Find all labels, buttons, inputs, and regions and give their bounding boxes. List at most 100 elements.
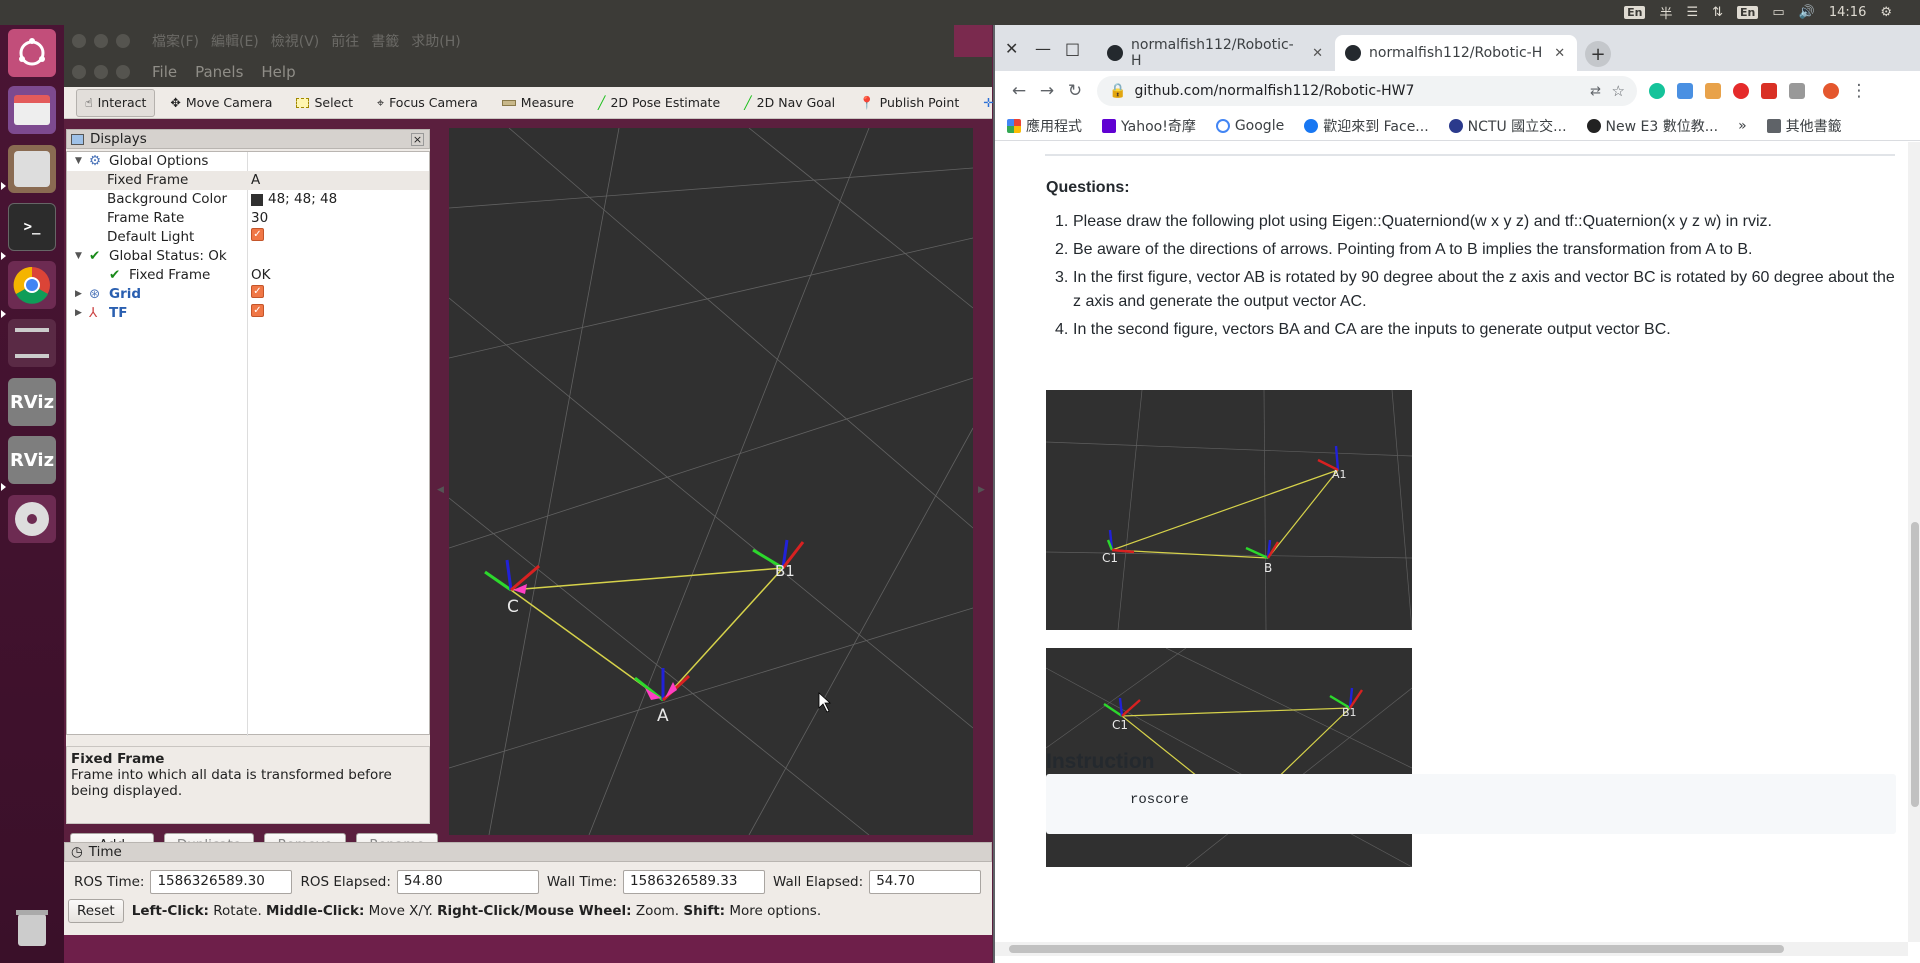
trash-icon[interactable]	[8, 903, 56, 951]
dvd-icon[interactable]	[8, 495, 56, 543]
tree-row-tf[interactable]: ▶ ⅄ TF ✓	[67, 304, 429, 323]
clock[interactable]: 14:16	[1829, 5, 1866, 20]
render-viewport[interactable]: C A B1	[449, 128, 973, 835]
back-icon[interactable]: ←	[1005, 81, 1033, 101]
collapse-arrow-icon[interactable]: ▼	[75, 247, 82, 266]
menu-bookmarks[interactable]: 書籤	[371, 31, 399, 51]
minimize-window-icon[interactable]: —	[1035, 39, 1051, 58]
focus-camera-tool[interactable]: ⌖ Focus Camera	[368, 89, 487, 117]
maximize-window-button[interactable]	[116, 34, 130, 48]
tree-row-default-light[interactable]: Default Light ✓	[67, 228, 429, 247]
maximize-window-button[interactable]	[116, 65, 130, 79]
bookmark-nctu[interactable]: NCTU 國立交...	[1448, 116, 1567, 136]
forward-icon[interactable]: →	[1033, 81, 1061, 101]
minimize-window-button[interactable]	[94, 34, 108, 48]
tree-row-grid[interactable]: ▶ ⊛ Grid ✓	[67, 285, 429, 304]
interact-tool[interactable]: ☝ Interact	[76, 88, 156, 117]
background-color-value[interactable]: 48; 48; 48	[251, 190, 337, 209]
menu-file[interactable]: 檔案(F)	[152, 31, 199, 51]
youtube-extension-icon[interactable]	[1761, 83, 1777, 99]
tree-row-status-fixed-frame[interactable]: ✔ Fixed Frame OK	[67, 266, 429, 285]
new-tab-button[interactable]: +	[1585, 41, 1611, 67]
keyboard-layout-indicator[interactable]: En	[1737, 6, 1759, 19]
rviz-icon[interactable]: RViz	[8, 436, 56, 484]
grid-checkbox[interactable]: ✓	[251, 285, 264, 298]
bookmark-other[interactable]: 其他書籤	[1766, 116, 1842, 136]
address-bar[interactable]: 🔒 github.com/normalfish112/Robotic-HW7 ⇄…	[1097, 76, 1637, 106]
tree-row-global-options[interactable]: ▼ ⚙ Global Options	[67, 152, 429, 171]
close-window-icon[interactable]: ✕	[1005, 39, 1018, 58]
input-method-indicator[interactable]: En	[1624, 6, 1646, 19]
default-light-checkbox[interactable]: ✓	[251, 228, 264, 241]
battery-icon[interactable]: ▭	[1772, 5, 1784, 20]
volume-icon[interactable]: 🔊	[1799, 5, 1815, 20]
tree-row-frame-rate[interactable]: Frame Rate 30	[67, 209, 429, 228]
translate-icon[interactable]: ⇄	[1590, 84, 1601, 99]
adblock-extension-icon[interactable]	[1733, 83, 1749, 99]
ros-time-field[interactable]: 1586326589.30	[150, 870, 293, 894]
reset-button[interactable]: Reset	[68, 899, 124, 923]
bookmark-apps[interactable]: 應用程式	[1007, 116, 1082, 136]
wall-time-field[interactable]: 1586326589.33	[623, 870, 766, 894]
menu-edit[interactable]: 編輯(E)	[211, 31, 259, 51]
half-width-indicator[interactable]: 半	[1659, 3, 1672, 22]
ubuntu-dash-icon[interactable]	[8, 29, 56, 77]
close-window-button[interactable]	[72, 65, 86, 79]
move-camera-tool[interactable]: ✥ Move Camera	[161, 89, 281, 117]
wall-elapsed-field[interactable]: 54.70	[869, 870, 982, 894]
scrollbar-thumb[interactable]	[1911, 522, 1919, 807]
close-tab-icon[interactable]: ✕	[1554, 46, 1565, 61]
scrollbar-thumb[interactable]	[1009, 945, 1784, 953]
maximize-window-icon[interactable]: □	[1065, 39, 1080, 58]
menu-panels[interactable]: Panels	[195, 63, 243, 81]
menu-help[interactable]: 求助(H)	[411, 31, 460, 51]
w-extension-icon[interactable]	[1677, 83, 1693, 99]
p-extension-icon[interactable]	[1789, 83, 1805, 99]
menu-help[interactable]: Help	[261, 63, 295, 81]
tree-row-global-status[interactable]: ▼ ✔ Global Status: Ok	[67, 247, 429, 266]
nav-goal-tool[interactable]: ╱ 2D Nav Goal	[735, 89, 844, 117]
bookmark-e3[interactable]: New E3 數位教...	[1586, 116, 1718, 136]
tab-2[interactable]: normalfish112/Robotic-H ✕	[1335, 35, 1577, 71]
select-tool[interactable]: Select	[287, 89, 362, 117]
collapse-arrow-icon[interactable]: ▼	[75, 152, 82, 171]
close-window-button[interactable]	[72, 34, 86, 48]
extension-icon[interactable]	[1705, 83, 1721, 99]
frame-rate-value[interactable]: 30	[251, 209, 268, 228]
menu-file[interactable]: File	[152, 63, 177, 81]
vertical-scrollbar[interactable]	[1908, 142, 1920, 942]
network-icon[interactable]: ⇅	[1712, 5, 1723, 20]
close-icon[interactable]: ×	[411, 132, 424, 146]
ros-elapsed-field[interactable]: 54.80	[396, 870, 539, 894]
close-tab-icon[interactable]: ✕	[1312, 46, 1323, 61]
tab-1[interactable]: normalfish112/Robotic-H ✕	[1097, 35, 1333, 71]
splitter-arrow-left-icon[interactable]: ◀	[437, 485, 444, 495]
expand-arrow-icon[interactable]: ▶	[75, 304, 82, 323]
files-icon[interactable]	[8, 86, 56, 134]
bookmark-facebook[interactable]: 歡迎來到 Face...	[1304, 116, 1429, 136]
more-menu-icon[interactable]: ⋮	[1845, 81, 1873, 101]
measure-tool[interactable]: Measure	[493, 89, 583, 117]
power-gear-icon[interactable]: ⚙	[1880, 5, 1892, 20]
minimize-window-button[interactable]	[94, 65, 108, 79]
terminal-icon[interactable]: >_	[8, 203, 56, 251]
grammarly-extension-icon[interactable]	[1649, 83, 1665, 99]
tree-row-background-color[interactable]: Background Color 48; 48; 48	[67, 190, 429, 209]
publish-point-tool[interactable]: 📍 Publish Point	[850, 89, 968, 117]
bookmark-google[interactable]: Google	[1215, 118, 1284, 134]
pose-estimate-tool[interactable]: ╱ 2D Pose Estimate	[589, 89, 729, 117]
menu-icon[interactable]: ☰	[1686, 5, 1698, 20]
fixed-frame-value[interactable]: A	[251, 171, 260, 190]
expand-arrow-icon[interactable]: ▶	[75, 285, 82, 304]
bookmark-star-icon[interactable]: ☆	[1612, 82, 1625, 100]
rviz-icon[interactable]: RViz	[8, 378, 56, 426]
menu-view[interactable]: 檢視(V)	[271, 31, 320, 51]
splitter-arrow-right-icon[interactable]: ▶	[978, 485, 985, 495]
chrome-icon[interactable]	[8, 261, 56, 309]
horizontal-scrollbar[interactable]	[995, 942, 1908, 956]
workspace-switcher-icon[interactable]	[8, 319, 56, 367]
menu-go[interactable]: 前往	[331, 31, 359, 51]
tf-checkbox[interactable]: ✓	[251, 304, 264, 317]
page-content[interactable]: Questions: 1. Please draw the following p…	[995, 142, 1908, 942]
bookmarks-overflow-button[interactable]: »	[1738, 118, 1747, 134]
